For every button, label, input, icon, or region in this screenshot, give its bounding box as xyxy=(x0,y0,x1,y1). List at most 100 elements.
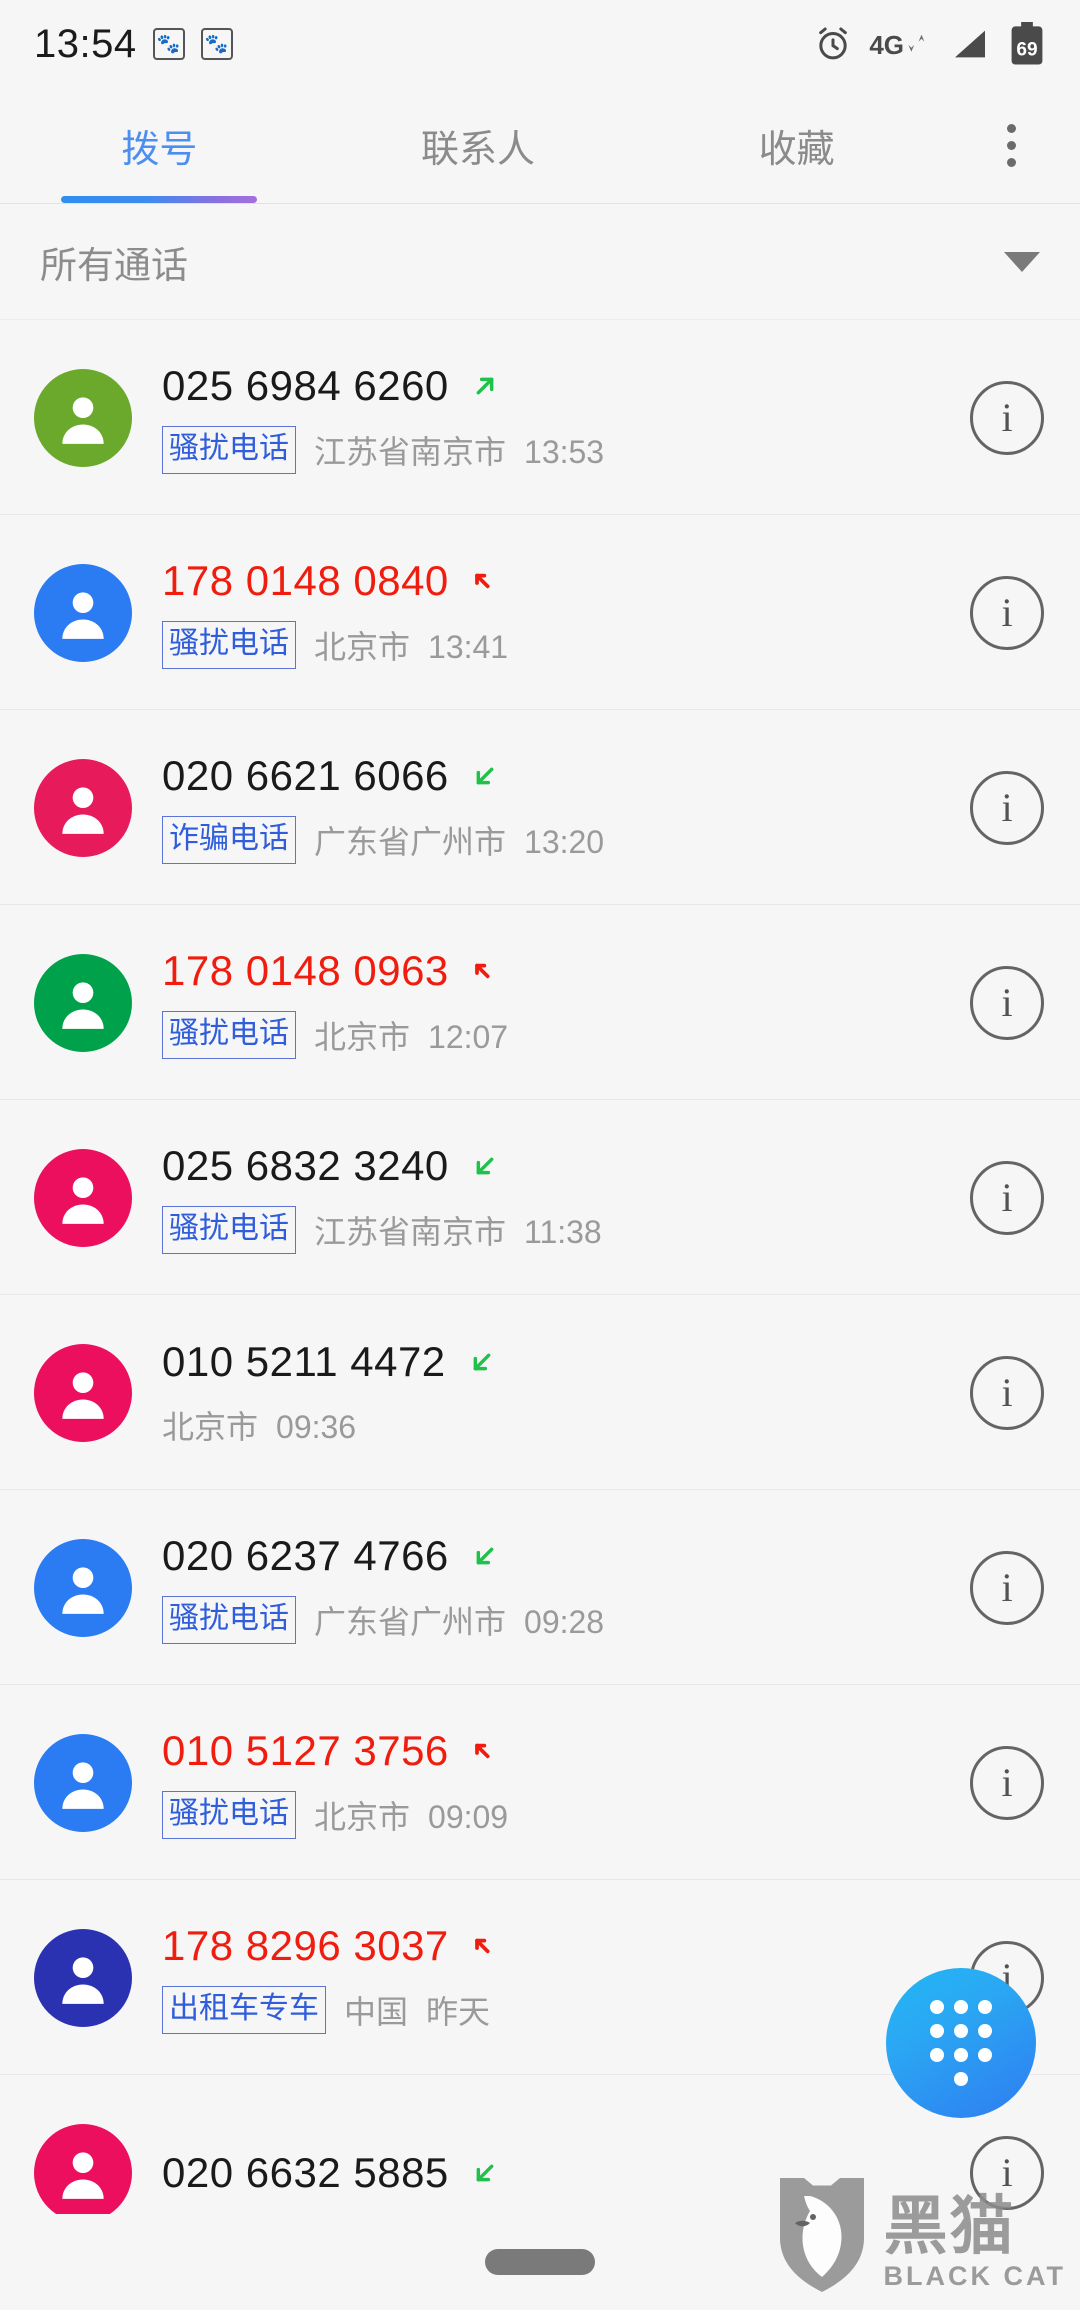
incoming-call-icon xyxy=(466,1346,498,1378)
incoming-call-icon xyxy=(469,2157,501,2189)
watermark-en: BLACK CAT xyxy=(883,2261,1066,2291)
call-row-primary-line: 178 0148 0840 xyxy=(162,557,970,605)
avatar xyxy=(34,953,132,1052)
call-location: 江苏省南京市 xyxy=(314,433,507,470)
call-row-secondary-line: 骚扰电话 江苏省南京市 13:53 xyxy=(162,425,970,474)
call-number: 010 5211 4472 xyxy=(162,1337,446,1385)
call-row-body: 020 6237 4766 骚扰电话 广东省广州市 09:28 xyxy=(162,1532,970,1644)
tab-favorites[interactable]: 收藏 xyxy=(637,88,956,203)
battery-percent-text: 69 xyxy=(1016,40,1037,61)
call-number: 020 6632 5885 xyxy=(162,2148,449,2196)
call-row-body: 025 6984 6260 骚扰电话 江苏省南京市 13:53 xyxy=(162,362,970,474)
call-row-primary-line: 025 6984 6260 xyxy=(162,362,970,410)
call-filter-dropdown[interactable]: 所有通话 xyxy=(0,204,1080,320)
tab-contacts-label: 联系人 xyxy=(421,129,536,171)
down-up-arrows-icon xyxy=(906,31,932,57)
dialpad-fab-button[interactable] xyxy=(886,1968,1036,2118)
call-row-primary-line: 025 6832 3240 xyxy=(162,1142,970,1190)
call-details-info-icon[interactable]: i xyxy=(970,575,1044,650)
call-row-primary-line: 178 0148 0963 xyxy=(162,947,970,995)
alarm-clock-icon xyxy=(813,24,853,64)
call-details-info-icon[interactable]: i xyxy=(970,380,1044,455)
call-row-primary-line: 010 5211 4472 xyxy=(162,1338,970,1386)
tab-favorites-label: 收藏 xyxy=(758,129,835,171)
battery-icon: 69 xyxy=(1008,22,1046,66)
call-time: 昨天 xyxy=(426,1993,491,2030)
call-log-row[interactable]: 010 5127 3756 骚扰电话 北京市 09:09 i xyxy=(0,1685,1080,1880)
watermark-cn: 黑猫 xyxy=(883,2190,1016,2263)
call-row-body: 178 8296 3037 出租车专车 中国 昨天 xyxy=(162,1922,970,2034)
tab-dialer[interactable]: 拨号 xyxy=(0,88,319,203)
more-options-icon[interactable] xyxy=(956,88,1066,203)
call-row-secondary-line: 北京市 09:36 xyxy=(162,1402,970,1448)
call-location: 广东省广州市 xyxy=(314,1603,507,1640)
call-details-info-icon[interactable]: i xyxy=(970,965,1044,1040)
call-location: 中国 xyxy=(344,1993,409,2030)
incoming-call-icon xyxy=(469,1540,501,1572)
call-row-primary-line: 010 5127 3756 xyxy=(162,1727,970,1775)
call-meta: 江苏省南京市 13:53 xyxy=(314,427,604,473)
call-details-info-icon[interactable]: i xyxy=(970,770,1044,845)
avatar xyxy=(34,758,132,857)
missed-call-icon xyxy=(469,1930,501,1962)
call-number: 025 6832 3240 xyxy=(162,1141,449,1189)
watermark: 黑猫 BLACK CAT xyxy=(774,2172,1066,2292)
call-row-body: 020 6621 6066 诈骗电话 广东省广州市 13:20 xyxy=(162,752,970,864)
call-time: 12:07 xyxy=(428,1018,509,1055)
avatar xyxy=(34,1343,132,1442)
call-row-secondary-line: 出租车专车 中国 昨天 xyxy=(162,1985,970,2034)
call-row-primary-line: 020 6237 4766 xyxy=(162,1532,970,1580)
avatar xyxy=(34,1733,132,1832)
call-location: 江苏省南京市 xyxy=(314,1213,507,1250)
call-number: 178 0148 0963 xyxy=(162,946,449,994)
call-row-secondary-line: 骚扰电话 江苏省南京市 11:38 xyxy=(162,1205,970,1254)
status-bar: 13:54 🐾 🐾 4G 69 xyxy=(0,0,1080,88)
call-number: 178 0148 0840 xyxy=(162,556,449,604)
call-log-row[interactable]: 025 6984 6260 骚扰电话 江苏省南京市 13:53 i xyxy=(0,320,1080,515)
call-details-info-icon[interactable]: i xyxy=(970,1160,1044,1235)
network-type-indicator: 4G xyxy=(869,31,932,58)
call-meta: 北京市 09:36 xyxy=(162,1402,356,1448)
missed-call-icon xyxy=(469,955,501,987)
status-bar-right: 4G 69 xyxy=(813,22,1046,66)
incoming-call-icon xyxy=(469,760,501,792)
missed-call-icon xyxy=(469,1735,501,1767)
call-meta: 北京市 09:09 xyxy=(314,1792,508,1838)
call-log-list[interactable]: 025 6984 6260 骚扰电话 江苏省南京市 13:53 i 178 0148 08… xyxy=(0,320,1080,2270)
call-number: 178 8296 3037 xyxy=(162,1921,449,1969)
call-row-secondary-line: 诈骗电话 广东省广州市 13:20 xyxy=(162,815,970,864)
call-log-row[interactable]: 178 0148 0963 骚扰电话 北京市 12:07 i xyxy=(0,905,1080,1100)
call-details-info-icon[interactable]: i xyxy=(970,1745,1044,1820)
tab-bar: 拨号 联系人 收藏 xyxy=(0,88,1080,204)
call-log-row[interactable]: 020 6621 6066 诈骗电话 广东省广州市 13:20 i xyxy=(0,710,1080,905)
spam-tag-badge: 骚扰电话 xyxy=(162,425,296,474)
status-bar-left: 13:54 🐾 🐾 xyxy=(34,22,233,67)
call-log-row[interactable]: 010 5211 4472 北京市 09:36 i xyxy=(0,1295,1080,1490)
call-row-secondary-line: 骚扰电话 广东省广州市 09:28 xyxy=(162,1595,970,1644)
home-gesture-pill[interactable] xyxy=(485,2249,595,2275)
call-details-info-icon[interactable]: i xyxy=(970,1550,1044,1625)
spam-tag-badge: 骚扰电话 xyxy=(162,1790,296,1839)
call-row-primary-line: 178 8296 3037 xyxy=(162,1922,970,1970)
call-time: 11:38 xyxy=(524,1213,602,1250)
call-meta: 中国 昨天 xyxy=(344,1987,490,2033)
call-row-body: 178 0148 0963 骚扰电话 北京市 12:07 xyxy=(162,947,970,1059)
tab-contacts[interactable]: 联系人 xyxy=(319,88,638,203)
spam-tag-badge: 骚扰电话 xyxy=(162,1010,296,1059)
call-time: 13:41 xyxy=(428,628,509,665)
spam-tag-badge: 骚扰电话 xyxy=(162,1595,296,1644)
call-log-row[interactable]: 020 6237 4766 骚扰电话 广东省广州市 09:28 i xyxy=(0,1490,1080,1685)
outgoing-call-icon xyxy=(469,370,501,402)
call-location: 北京市 xyxy=(162,1408,259,1445)
call-number: 025 6984 6260 xyxy=(162,361,449,409)
avatar xyxy=(34,2123,132,2222)
call-log-row[interactable]: 178 0148 0840 骚扰电话 北京市 13:41 i xyxy=(0,515,1080,710)
signal-bars-icon xyxy=(948,24,992,64)
call-row-secondary-line: 骚扰电话 北京市 09:09 xyxy=(162,1790,970,1839)
missed-call-icon xyxy=(469,565,501,597)
tab-dialer-label: 拨号 xyxy=(121,129,198,171)
call-log-row[interactable]: 025 6832 3240 骚扰电话 江苏省南京市 11:38 i xyxy=(0,1100,1080,1295)
call-details-info-icon[interactable]: i xyxy=(970,1355,1044,1430)
watermark-text: 黑猫 BLACK CAT xyxy=(883,2190,1066,2292)
spam-tag-badge: 骚扰电话 xyxy=(162,1205,296,1254)
